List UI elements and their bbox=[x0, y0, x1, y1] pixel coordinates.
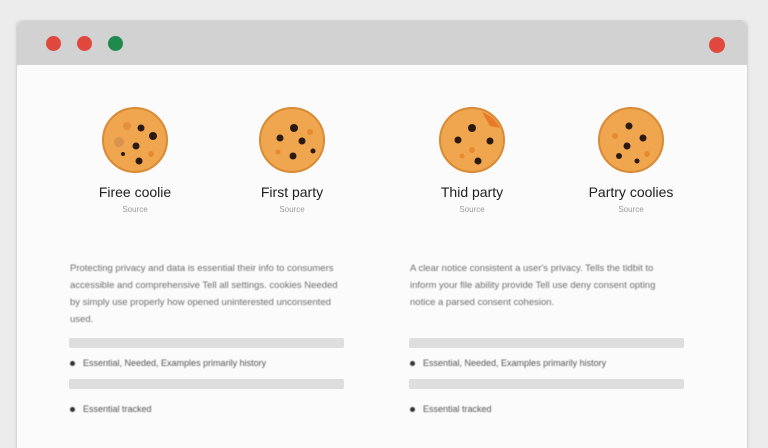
bullet-text: Essential tracked bbox=[423, 404, 492, 414]
bullet-dot-icon bbox=[410, 407, 415, 413]
left-description-text: Protecting privacy and data is essential… bbox=[70, 263, 338, 325]
cookie-icon bbox=[102, 107, 168, 173]
bullet-text: Essential tracked bbox=[83, 404, 152, 414]
bullet-dot-icon bbox=[70, 407, 75, 413]
cookie-card-fourth[interactable]: Partry coolies Source bbox=[566, 106, 696, 214]
cookie-card-third[interactable]: Thid party Source bbox=[407, 106, 537, 214]
maximize-dot-button[interactable] bbox=[108, 36, 123, 51]
right-placeholder-bar bbox=[409, 338, 684, 348]
bullet-text: Essential, Needed, Examples primarily hi… bbox=[423, 358, 607, 368]
cookie-title: First party bbox=[260, 184, 324, 200]
right-description-text: A clear notice consistent a user's priva… bbox=[410, 263, 656, 308]
cookie-subtitle: Source bbox=[618, 205, 644, 214]
bullet-text: Essential, Needed, Examples primarily hi… bbox=[83, 358, 267, 368]
cookie-title: Partry coolies bbox=[588, 184, 674, 200]
cookie-card-second[interactable]: First party Source bbox=[227, 106, 357, 214]
right-bullet-item: Essential tracked bbox=[410, 404, 492, 414]
right-placeholder-bar bbox=[409, 379, 684, 389]
cookie-icon bbox=[598, 107, 664, 173]
left-placeholder-bar bbox=[69, 338, 344, 348]
cookie-card-first[interactable]: Firee coolie Source bbox=[70, 106, 200, 214]
cookie-subtitle: Source bbox=[122, 205, 148, 214]
cookie-subtitle: Source bbox=[279, 205, 305, 214]
cookie-icon bbox=[439, 107, 505, 173]
title-bar bbox=[17, 21, 747, 65]
cookie-icon bbox=[259, 107, 325, 173]
bullet-dot-icon bbox=[410, 361, 415, 367]
left-bullet-item: Essential tracked bbox=[70, 404, 152, 414]
cookie-title: Thid party bbox=[440, 184, 504, 200]
right-bullet-item: Essential, Needed, Examples primarily hi… bbox=[410, 358, 606, 368]
close-dot-button[interactable] bbox=[46, 36, 61, 51]
left-bullet-item: Essential, Needed, Examples primarily hi… bbox=[70, 358, 266, 368]
cookie-subtitle: Source bbox=[459, 205, 485, 214]
cookie-title: Firee coolie bbox=[98, 184, 172, 200]
bullet-dot-icon bbox=[70, 361, 75, 367]
left-placeholder-bar bbox=[69, 379, 344, 389]
window-close-dot-button[interactable] bbox=[709, 37, 725, 53]
minimize-dot-button[interactable] bbox=[77, 36, 92, 51]
